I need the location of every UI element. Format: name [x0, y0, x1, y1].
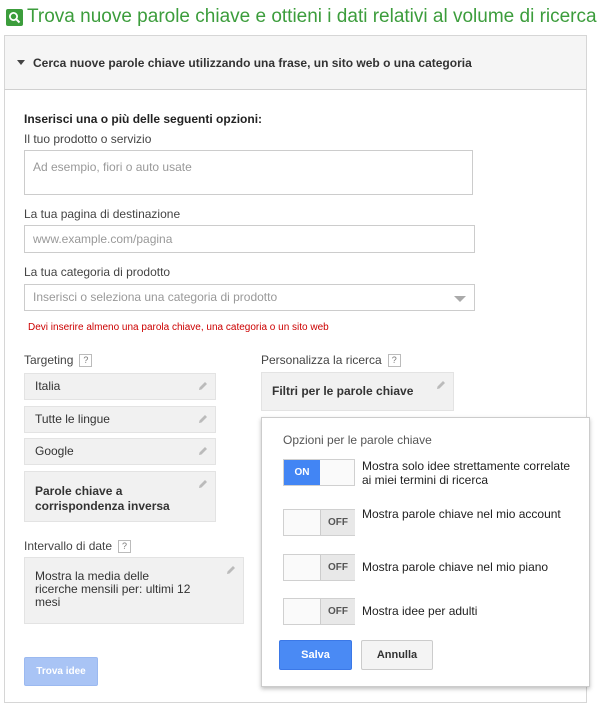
targeting-network[interactable]: Google — [24, 438, 216, 465]
targeting-language-label: Tutte le lingue — [35, 412, 110, 426]
help-icon[interactable]: ? — [387, 354, 401, 368]
options-title: Opzioni per le parole chiave — [283, 433, 432, 447]
targeting-label-text: Targeting — [24, 353, 74, 367]
pencil-icon — [197, 380, 209, 392]
category-select[interactable]: Inserisci o seleziona una categoria di p… — [24, 284, 475, 311]
pencil-icon — [197, 445, 209, 457]
targeting-language[interactable]: Tutte le lingue — [24, 406, 216, 433]
toggle-knob — [284, 555, 320, 580]
category-placeholder: Inserisci o seleziona una categoria di p… — [33, 290, 278, 304]
toggle-off-label: OFF — [320, 599, 355, 624]
product-label: Il tuo prodotto o servizio — [24, 132, 152, 146]
toggle-plan-keywords-label: Mostra parole chiave nel mio piano — [362, 560, 549, 574]
negative-keywords-label: Parole chiave a corrispondenza inversa — [35, 484, 170, 513]
toggle-knob — [320, 460, 354, 485]
toggle-on-label: ON — [284, 460, 320, 485]
pencil-icon — [435, 379, 447, 391]
find-ideas-button[interactable]: Trova idee — [24, 657, 98, 686]
landing-label: La tua pagina di destinazione — [24, 207, 181, 221]
targeting-label: Targeting? — [24, 353, 93, 368]
toggle-off-label: OFF — [320, 555, 355, 580]
date-range-label: Intervallo di date? — [24, 539, 132, 554]
toggle-related-ideas-label: Mostra solo idee strettamente correlate … — [362, 459, 571, 487]
validation-error: Devi inserire almeno una parola chiave, … — [28, 322, 329, 333]
pencil-icon — [197, 413, 209, 425]
targeting-location-label: Italia — [35, 379, 61, 393]
search-icon — [6, 8, 23, 26]
section-header[interactable]: Cerca nuove parole chiave utilizzando un… — [4, 35, 587, 90]
negative-keywords[interactable]: Parole chiave a corrispondenza inversa — [24, 471, 216, 522]
targeting-location[interactable]: Italia — [24, 373, 216, 400]
triangle-down-icon — [17, 60, 25, 65]
customize-label: Personalizza la ricerca? — [261, 353, 401, 368]
landing-placeholder: www.example.com/pagina — [33, 232, 173, 246]
date-range-label-text: Intervallo di date — [24, 539, 113, 553]
keyword-options-panel: Opzioni per le parole chiave ON Mostra s… — [261, 417, 590, 687]
category-label: La tua categoria di prodotto — [24, 265, 171, 279]
toggle-knob — [284, 599, 320, 624]
keyword-filters-label: Filtri per le parole chiave — [272, 384, 414, 398]
help-icon[interactable]: ? — [118, 540, 132, 554]
toggle-account-keywords-label: Mostra parole chiave nel mio account — [362, 507, 561, 521]
product-placeholder: Ad esempio, fiori o auto usate — [33, 160, 192, 174]
date-range-value: Mostra la media delle ricerche mensili p… — [35, 569, 191, 609]
pencil-icon — [225, 564, 237, 576]
page-header: Trova nuove parole chiave e ottieni i da… — [6, 5, 597, 29]
pencil-icon — [197, 478, 209, 490]
page-title: Trova nuove parole chiave e ottieni i da… — [27, 6, 597, 27]
date-range-box[interactable]: Mostra la media delle ricerche mensili p… — [24, 557, 244, 624]
product-input[interactable]: Ad esempio, fiori o auto usate — [24, 150, 473, 195]
toggle-account-keywords[interactable]: OFF — [283, 509, 355, 536]
toggle-related-ideas[interactable]: ON — [283, 459, 355, 486]
dropdown-arrow-icon — [454, 296, 466, 302]
toggle-off-label: OFF — [320, 510, 355, 535]
toggle-adult-ideas[interactable]: OFF — [283, 598, 355, 625]
form-intro: Inserisci una o più delle seguenti opzio… — [24, 112, 263, 126]
targeting-network-label: Google — [35, 444, 74, 458]
help-icon[interactable]: ? — [79, 354, 93, 368]
keyword-filters[interactable]: Filtri per le parole chiave — [261, 372, 454, 411]
toggle-knob — [284, 510, 320, 535]
landing-input[interactable]: www.example.com/pagina — [24, 225, 475, 253]
section-title: Cerca nuove parole chiave utilizzando un… — [33, 55, 472, 70]
cancel-button[interactable]: Annulla — [361, 640, 433, 670]
toggle-adult-ideas-label: Mostra idee per adulti — [362, 604, 478, 618]
save-button[interactable]: Salva — [279, 640, 352, 670]
customize-label-text: Personalizza la ricerca — [261, 353, 382, 367]
toggle-plan-keywords[interactable]: OFF — [283, 554, 355, 581]
